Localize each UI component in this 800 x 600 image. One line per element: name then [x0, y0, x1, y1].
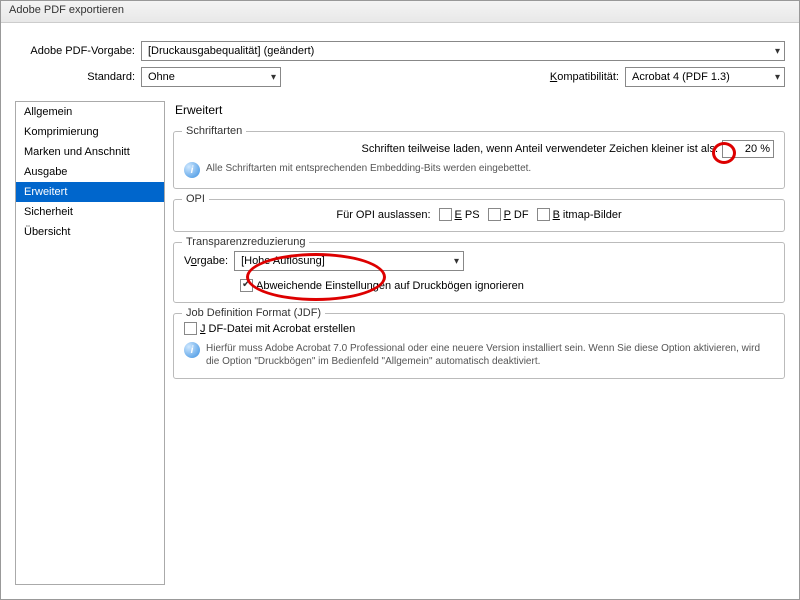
sidebar-item-komprimierung[interactable]: Komprimierung: [16, 122, 164, 142]
opi-group-title: OPI: [182, 193, 209, 205]
standard-label: Standard:: [15, 71, 135, 83]
compat-value: Acrobat 4 (PDF 1.3): [632, 71, 730, 83]
body-area: Allgemein Komprimierung Marken und Ansch…: [1, 101, 799, 599]
sidebar-item-marken[interactable]: Marken und Anschnitt: [16, 142, 164, 162]
transparency-group: Transparenzreduzierung Vorgabe: Vorgabe:…: [173, 242, 785, 303]
trans-preset-value: [Hohe Auflösung]: [241, 255, 325, 267]
compat-label: KKompatibilität:ompatibilität:: [550, 71, 619, 83]
opi-group: OPI Für OPI auslassen: EEPSPS PPDFDF BBi…: [173, 199, 785, 232]
sidebar-item-ausgabe[interactable]: Ausgabe: [16, 162, 164, 182]
subset-percent-input[interactable]: [722, 140, 774, 158]
window-title: Adobe PDF exportieren: [9, 4, 124, 16]
trans-preset-label: Vorgabe:: [184, 255, 228, 267]
top-panel: Adobe PDF-Vorgabe: [Druckausgabequalität…: [1, 23, 799, 101]
jdf-info: Hierfür muss Adobe Acrobat 7.0 Professio…: [206, 342, 774, 368]
content-panel: Erweitert Schriftarten Schriften teilwei…: [173, 101, 785, 585]
opi-eps-checkbox[interactable]: EEPSPS: [439, 208, 480, 221]
sidebar-item-allgemein[interactable]: Allgemein: [16, 102, 164, 122]
export-pdf-window: Adobe PDF exportieren Adobe PDF-Vorgabe:…: [0, 0, 800, 600]
sidebar-item-sicherheit[interactable]: Sicherheit: [16, 202, 164, 222]
jdf-create-checkbox[interactable]: JJDF-Datei mit Acrobat erstellenDF-Datei…: [184, 322, 355, 335]
sidebar-item-erweitert[interactable]: Erweitert: [16, 182, 164, 202]
panel-title: Erweitert: [173, 101, 785, 121]
opi-pdf-checkbox[interactable]: PPDFDF: [488, 208, 529, 221]
titlebar: Adobe PDF exportieren: [1, 1, 799, 23]
jdf-group-title: Job Definition Format (JDF): [182, 307, 325, 319]
fonts-info: Alle Schriftarten mit entsprechenden Emb…: [206, 162, 531, 175]
fonts-group: Schriftarten Schriften teilweise laden, …: [173, 131, 785, 189]
preset-dropdown[interactable]: [Druckausgabequalität] (geändert): [141, 41, 785, 61]
sidebar-item-uebersicht[interactable]: Übersicht: [16, 222, 164, 242]
preset-label: Adobe PDF-Vorgabe:: [15, 45, 135, 57]
preset-value: [Druckausgabequalität] (geändert): [148, 45, 314, 57]
opi-label: Für OPI auslassen:: [336, 209, 430, 221]
standard-value: Ohne: [148, 71, 175, 83]
opi-bitmap-checkbox[interactable]: BBitmap-Bilderitmap-Bilder: [537, 208, 622, 221]
subset-label: Schriften teilweise laden, wenn Anteil v…: [362, 143, 718, 155]
transparency-group-title: Transparenzreduzierung: [182, 236, 309, 248]
compat-dropdown[interactable]: Acrobat 4 (PDF 1.3): [625, 67, 785, 87]
info-icon: i: [184, 342, 200, 358]
sidebar: Allgemein Komprimierung Marken und Ansch…: [15, 101, 165, 585]
override-checkbox[interactable]: Abweichende Einstellungen auf Druckbögen…: [240, 279, 524, 292]
jdf-group: Job Definition Format (JDF) JJDF-Datei m…: [173, 313, 785, 379]
standard-dropdown[interactable]: Ohne: [141, 67, 281, 87]
info-icon: i: [184, 162, 200, 178]
trans-preset-dropdown[interactable]: [Hohe Auflösung]: [234, 251, 464, 271]
fonts-group-title: Schriftarten: [182, 125, 246, 137]
